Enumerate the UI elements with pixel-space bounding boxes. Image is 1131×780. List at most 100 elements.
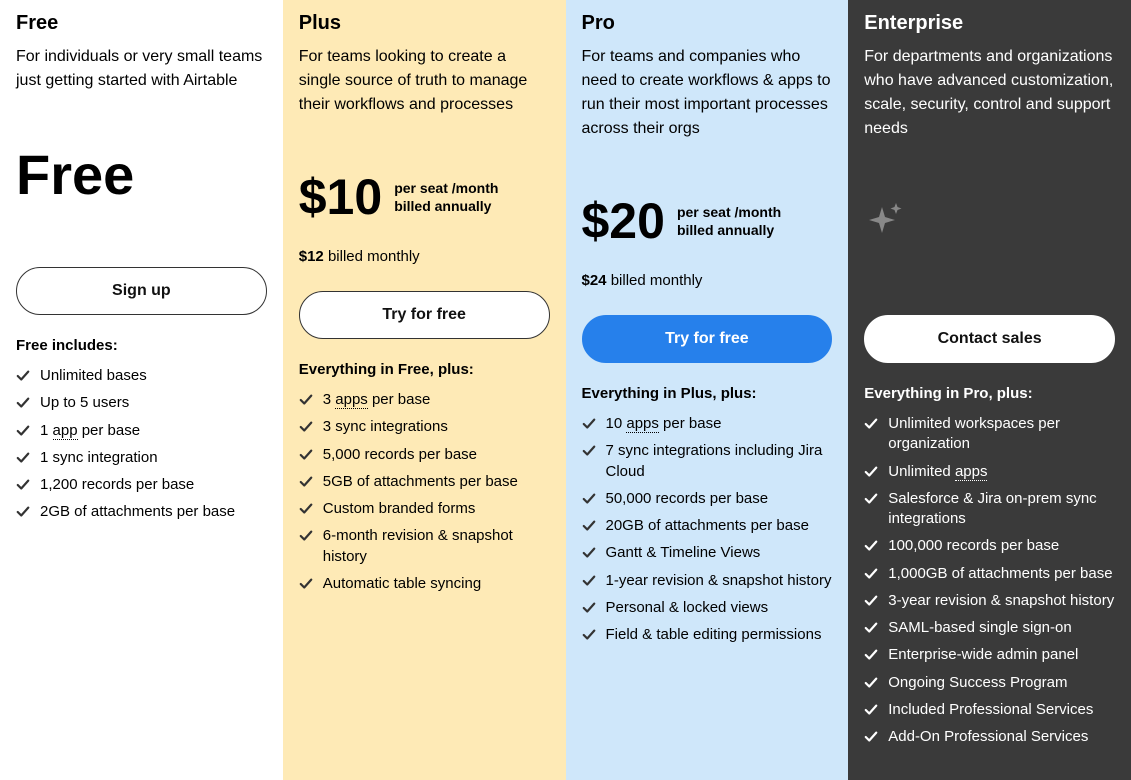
feature-text: 6-month revision & snapshot history	[323, 526, 550, 567]
feature-item: 20GB of attachments per base	[582, 516, 833, 536]
feature-item: Salesforce & Jira on-prem sync integrati…	[864, 489, 1115, 530]
price-amount: $20	[582, 196, 665, 246]
feature-item: Included Professional Services	[864, 700, 1115, 720]
check-icon	[582, 492, 596, 506]
feature-item: Enterprise-wide admin panel	[864, 645, 1115, 665]
feature-item: 50,000 records per base	[582, 489, 833, 509]
plan-desc: For departments and organizations who ha…	[864, 45, 1115, 141]
plan-desc: For teams and companies who need to crea…	[582, 45, 833, 141]
try-free-button[interactable]: Try for free	[582, 315, 833, 363]
feature-text: Salesforce & Jira on-prem sync integrati…	[888, 489, 1115, 530]
feature-item: Ongoing Success Program	[864, 673, 1115, 693]
price-alt: $12 billed monthly	[299, 248, 550, 265]
check-icon	[16, 451, 30, 465]
feature-text: Ongoing Success Program	[888, 673, 1067, 693]
check-icon	[582, 417, 596, 431]
price-alt-amount: $12	[299, 248, 324, 265]
price-alt-rest: billed monthly	[324, 248, 420, 265]
price-unit-line1: per seat /month	[677, 203, 781, 221]
price-alt-rest: billed monthly	[607, 272, 703, 289]
check-icon	[299, 393, 313, 407]
feature-text: Included Professional Services	[888, 700, 1093, 720]
plan-name: Enterprise	[864, 12, 1115, 35]
price-area: $20 per seat /month billed annually $24 …	[582, 149, 833, 297]
feature-text: Field & table editing permissions	[606, 625, 822, 645]
feature-item: 3-year revision & snapshot history	[864, 591, 1115, 611]
feature-text: 1 app per base	[40, 421, 140, 441]
check-icon	[582, 628, 596, 642]
feature-text: Unlimited apps	[888, 462, 987, 482]
check-icon	[299, 420, 313, 434]
feature-text: 100,000 records per base	[888, 536, 1059, 556]
feature-text: Gantt & Timeline Views	[606, 543, 761, 563]
feature-item: 7 sync integrations including Jira Cloud	[582, 441, 833, 482]
feature-item: Up to 5 users	[16, 393, 267, 413]
plan-desc: For teams looking to create a single sou…	[299, 45, 550, 117]
signup-button[interactable]: Sign up	[16, 267, 267, 315]
feature-text: 20GB of attachments per base	[606, 516, 809, 536]
check-icon	[16, 478, 30, 492]
check-icon	[16, 505, 30, 519]
feature-text: 1 sync integration	[40, 448, 158, 468]
check-icon	[864, 648, 878, 662]
feature-item: Field & table editing permissions	[582, 625, 833, 645]
check-icon	[582, 546, 596, 560]
feature-text: 3 sync integrations	[323, 417, 448, 437]
feature-item: Add-On Professional Services	[864, 727, 1115, 747]
feature-text: Unlimited workspaces per organization	[888, 414, 1115, 455]
feature-item: Unlimited apps	[864, 462, 1115, 482]
price-alt: $24 billed monthly	[582, 272, 833, 289]
check-icon	[864, 492, 878, 506]
check-icon	[16, 396, 30, 410]
feature-text: 5GB of attachments per base	[323, 472, 518, 492]
price-area: Free	[16, 101, 267, 249]
features-list: 3 apps per base3 sync integrations5,000 …	[299, 390, 550, 594]
features-list: 10 apps per base 7 sync integrations incl…	[582, 414, 833, 645]
try-free-button[interactable]: Try for free	[299, 291, 550, 339]
features-header: Everything in Free, plus:	[299, 361, 550, 378]
price-alt-amount: $24	[582, 272, 607, 289]
feature-item: 5,000 records per base	[299, 445, 550, 465]
feature-text: Personal & locked views	[606, 598, 769, 618]
check-icon	[582, 519, 596, 533]
check-icon	[864, 567, 878, 581]
plan-plus: Plus For teams looking to create a singl…	[283, 0, 566, 780]
check-icon	[582, 574, 596, 588]
feature-item: 6-month revision & snapshot history	[299, 526, 550, 567]
check-icon	[864, 676, 878, 690]
check-icon	[864, 703, 878, 717]
feature-item: 1 app per base	[16, 421, 267, 441]
feature-text: 7 sync integrations including Jira Cloud	[606, 441, 833, 482]
feature-text: Enterprise-wide admin panel	[888, 645, 1078, 665]
feature-item: Personal & locked views	[582, 598, 833, 618]
price-area	[864, 149, 1115, 297]
price-unit: per seat /month billed annually	[677, 203, 781, 239]
plan-pro: Pro For teams and companies who need to …	[566, 0, 849, 780]
contact-sales-button[interactable]: Contact sales	[864, 315, 1115, 363]
plan-free: Free For individuals or very small teams…	[0, 0, 283, 780]
plan-name: Pro	[582, 12, 833, 35]
feature-text: Automatic table syncing	[323, 574, 481, 594]
check-icon	[582, 444, 596, 458]
features-header: Everything in Plus, plus:	[582, 385, 833, 402]
plan-name: Plus	[299, 12, 550, 35]
feature-item: SAML-based single sign-on	[864, 618, 1115, 638]
check-icon	[16, 424, 30, 438]
feature-text: 1-year revision & snapshot history	[606, 571, 832, 591]
feature-text: 2GB of attachments per base	[40, 502, 235, 522]
check-icon	[299, 577, 313, 591]
feature-item: 2GB of attachments per base	[16, 502, 267, 522]
feature-item: 5GB of attachments per base	[299, 472, 550, 492]
feature-text: 10 apps per base	[606, 414, 722, 434]
features-list: Unlimited basesUp to 5 users1 app per ba…	[16, 366, 267, 523]
price-unit-line1: per seat /month	[394, 179, 498, 197]
feature-text: 1,200 records per base	[40, 475, 194, 495]
features-list: Unlimited workspaces per organization Unl…	[864, 414, 1115, 747]
feature-text: Custom branded forms	[323, 499, 476, 519]
price-label: Free	[16, 147, 267, 203]
sparkle-icon	[864, 201, 1115, 250]
check-icon	[864, 417, 878, 431]
plan-name: Free	[16, 12, 267, 35]
feature-item: 1,000GB of attachments per base	[864, 564, 1115, 584]
feature-text: Add-On Professional Services	[888, 727, 1088, 747]
